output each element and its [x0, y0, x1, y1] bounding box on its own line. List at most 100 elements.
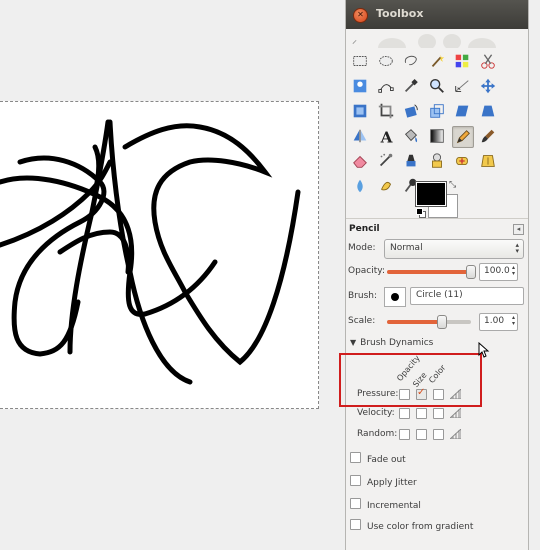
apply-jitter-checkbox[interactable] [350, 475, 361, 486]
opacity-slider[interactable] [387, 270, 471, 274]
move-icon [480, 78, 495, 94]
tool-free-select-button[interactable] [401, 51, 421, 71]
tool-clone-button[interactable] [427, 151, 447, 171]
apply-jitter-option[interactable]: Apply Jitter [350, 474, 417, 488]
scale-spinbutton[interactable]: 1.00 ▴ ▾ [479, 313, 518, 331]
use-color-from-gradient-checkbox[interactable] [350, 519, 361, 530]
close-button[interactable]: ✕ [353, 8, 368, 23]
measure-icon [455, 80, 469, 92]
brush-preview-button[interactable] [384, 287, 406, 307]
use-color-from-gradient-option[interactable]: Use color from gradient [350, 518, 473, 532]
scale-slider[interactable] [387, 320, 471, 324]
tool-pencil-button[interactable] [452, 126, 474, 148]
image-canvas-area[interactable] [0, 0, 345, 550]
incremental-option[interactable]: Incremental [350, 497, 421, 511]
image-canvas[interactable] [0, 101, 319, 409]
brush-name-field[interactable]: Circle (11) [410, 287, 524, 305]
select-by-color-icon [455, 54, 469, 68]
tool-options-menu-icon[interactable]: ◂ [513, 224, 524, 235]
tool-move-button[interactable] [478, 76, 498, 96]
shear-icon [455, 105, 469, 117]
mode-combo[interactable]: Normal ▴ ▾ [384, 239, 524, 259]
tool-color-picker-button[interactable] [401, 76, 421, 96]
tool-align-button[interactable] [350, 101, 370, 121]
tool-text-button[interactable]: A [376, 126, 396, 146]
tool-paths-button[interactable] [376, 76, 396, 96]
brush-circle-icon [391, 293, 399, 301]
ink-icon [406, 154, 416, 167]
tool-airbrush-button[interactable] [376, 151, 396, 171]
velocity-size-checkbox[interactable] [416, 408, 427, 419]
scale-icon [429, 104, 444, 118]
fade-out-option[interactable]: Fade out [350, 451, 406, 465]
spin-arrows-icon[interactable]: ▴ ▾ [512, 265, 515, 277]
expander-arrow-icon: ▼ [350, 338, 357, 347]
bucket-fill-icon [404, 129, 418, 143]
tool-ellipse-select-button[interactable] [376, 51, 396, 71]
color-area[interactable]: ⤡ [415, 180, 460, 220]
perspective-clone-icon [480, 155, 495, 167]
tool-paintbrush-button[interactable] [478, 126, 498, 146]
scale-slider-handle[interactable] [437, 315, 447, 329]
random-color-checkbox[interactable] [433, 429, 444, 440]
swap-colors-icon[interactable]: ⤡ [449, 180, 456, 190]
default-colors-icon[interactable] [416, 208, 426, 218]
tool-eraser-button[interactable] [350, 151, 370, 171]
tool-crop-button[interactable] [376, 101, 396, 121]
svg-text:A: A [379, 128, 393, 145]
tool-bucket-fill-button[interactable] [401, 126, 421, 146]
fade-out-checkbox[interactable] [350, 452, 361, 463]
tool-scissors-button[interactable] [478, 51, 498, 71]
opacity-spinbutton[interactable]: 100.0 ▴ ▾ [479, 263, 518, 281]
incremental-checkbox[interactable] [350, 498, 361, 509]
spin-arrows-icon[interactable]: ▴ ▾ [512, 315, 515, 327]
pencil-strokes [0, 119, 301, 385]
tool-scale-button[interactable] [427, 101, 447, 121]
tool-options-title: Pencil [349, 224, 380, 234]
mode-label: Mode: [348, 243, 376, 253]
tool-rect-select-button[interactable] [350, 51, 370, 71]
tool-rotate-button[interactable] [401, 101, 421, 121]
tool-smudge-button[interactable] [376, 176, 396, 196]
tool-select-by-color-button[interactable] [452, 51, 472, 71]
random-curve-icon[interactable] [450, 429, 461, 439]
rect-select-icon [353, 56, 367, 66]
combo-arrows-icon: ▴ ▾ [515, 241, 519, 255]
velocity-curve-icon[interactable] [450, 408, 461, 418]
tool-zoom-button[interactable] [427, 76, 447, 96]
ellipse-select-icon [378, 56, 393, 66]
tool-perspective-clone-button[interactable] [478, 151, 498, 171]
foreground-color-swatch[interactable] [415, 181, 447, 207]
apply-jitter-label: Apply Jitter [367, 478, 417, 488]
tool-shear-button[interactable] [452, 101, 472, 121]
title-bar[interactable]: ✕ Toolbox [346, 0, 528, 29]
velocity-opacity-checkbox[interactable] [399, 408, 410, 419]
tool-flip-button[interactable] [350, 126, 370, 146]
heal-icon [456, 156, 468, 166]
brush-dynamics-label: Brush Dynamics [360, 338, 434, 348]
tool-fuzzy-select-button[interactable] [427, 51, 447, 71]
tool-blur-button[interactable] [350, 176, 370, 196]
free-select-icon [404, 55, 417, 66]
tool-perspective-button[interactable] [478, 101, 498, 121]
random-size-checkbox[interactable] [416, 429, 427, 440]
tool-ink-button[interactable] [401, 151, 421, 171]
foreground-select-icon [353, 79, 367, 93]
tool-heal-button[interactable] [452, 151, 472, 171]
velocity-color-checkbox[interactable] [433, 408, 444, 419]
fuzzy-select-icon [431, 54, 444, 68]
toolbox-window: ✕ Toolbox ⸝ A ⤡ Pencil ◂ Mode: Normal ▴ ▾… [345, 0, 529, 550]
opacity-slider-handle[interactable] [466, 265, 476, 279]
random-opacity-checkbox[interactable] [399, 429, 410, 440]
paintbrush-icon [481, 129, 494, 143]
tool-measure-button[interactable] [452, 76, 472, 96]
opacity-label: Opacity: [348, 266, 385, 276]
clone-icon [431, 153, 442, 168]
tool-blend-button[interactable] [427, 126, 447, 146]
rotate-icon [404, 104, 418, 118]
tool-foreground-select-button[interactable] [350, 76, 370, 96]
scale-value: 1.00 [484, 316, 505, 326]
crop-icon [378, 103, 393, 119]
brush-dynamics-expander[interactable]: ▼ Brush Dynamics [350, 338, 433, 348]
wilber-drop-area [362, 28, 512, 48]
